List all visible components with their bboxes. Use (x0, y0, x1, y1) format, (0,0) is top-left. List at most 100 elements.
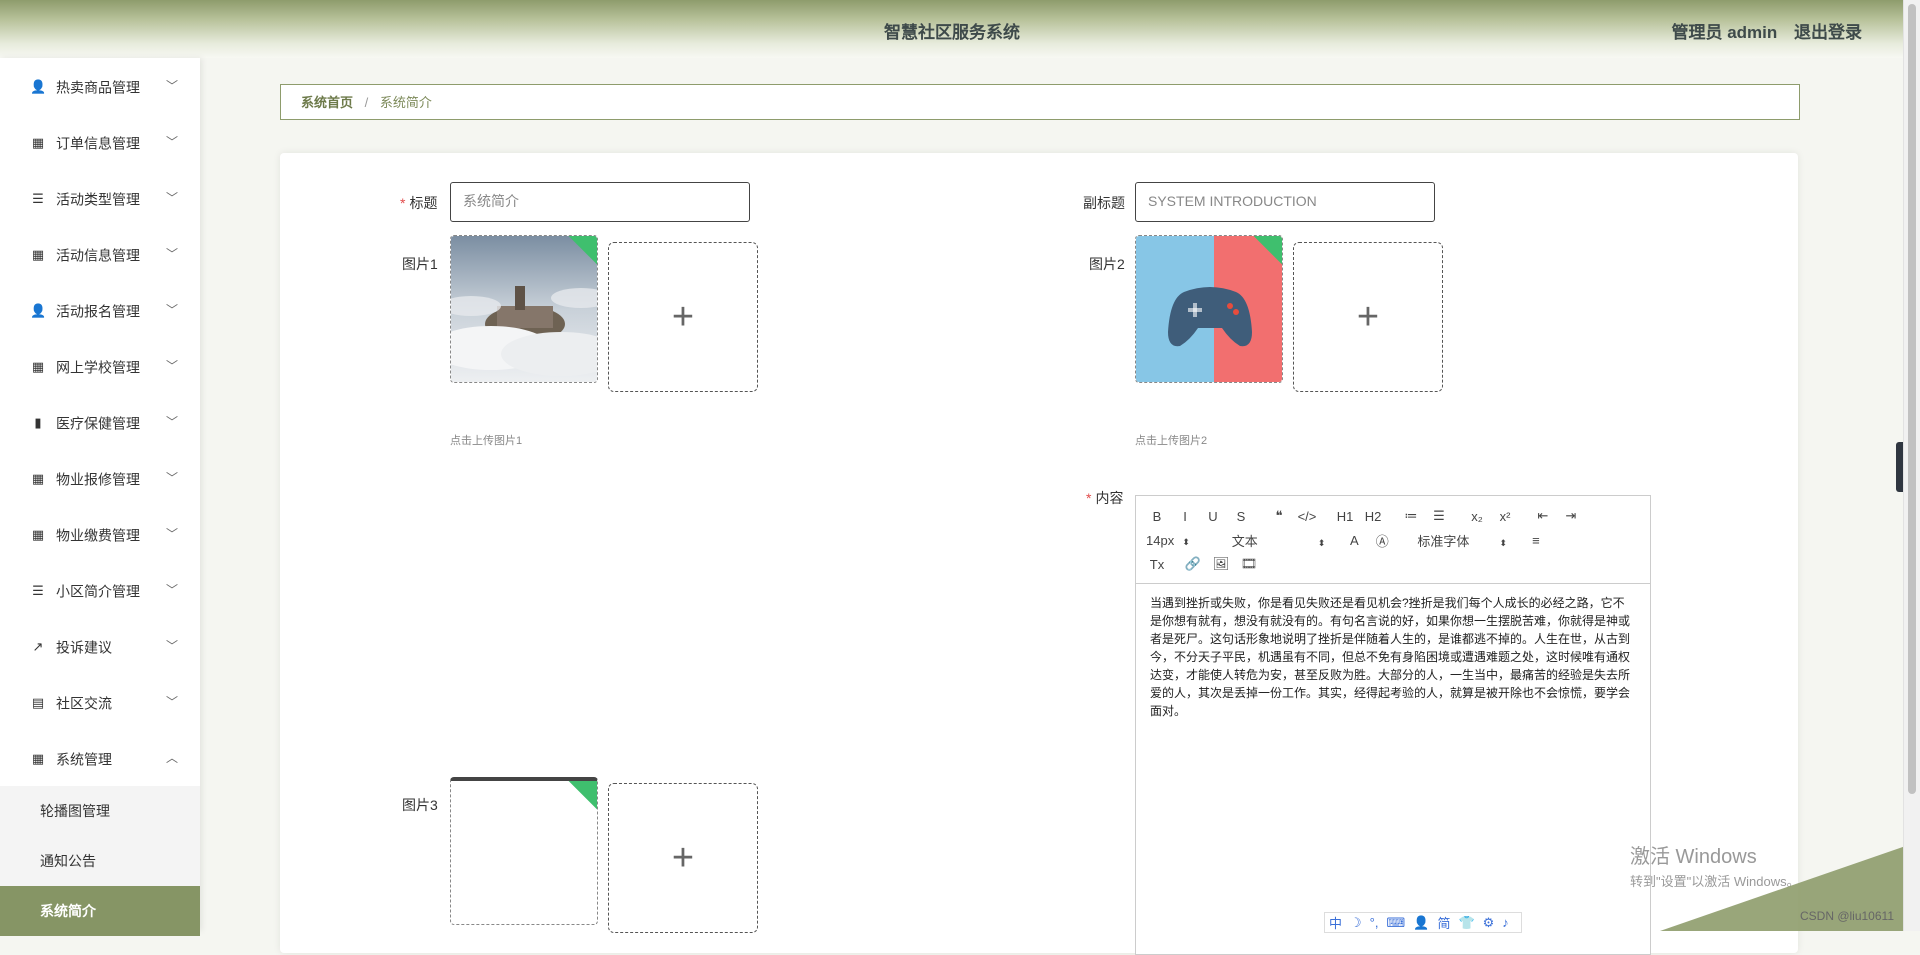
sidebar-item[interactable]: ▦ 物业报修管理 ﹀ (0, 450, 200, 506)
success-badge (566, 781, 597, 812)
quote-icon[interactable]: ❝ (1268, 508, 1290, 524)
title-label: * 标题 (400, 195, 438, 211)
sidebar-item[interactable]: ☰ 活动类型管理 ﹀ (0, 170, 200, 226)
bold-icon[interactable]: B (1146, 509, 1168, 524)
code-icon[interactable]: </> (1296, 509, 1318, 524)
subscript-icon[interactable]: x₂ (1466, 509, 1488, 524)
pic2-upload-button[interactable]: + (1293, 242, 1443, 392)
align-left-icon[interactable]: ≡ (1525, 533, 1547, 548)
sidebar-item-label: 热卖商品管理 (56, 79, 140, 96)
font-family-select[interactable]: 标准字体 ⬍ (1417, 531, 1507, 550)
underline-icon[interactable]: U (1202, 509, 1224, 524)
sidebar-item[interactable]: ▦ 订单信息管理 ﹀ (0, 114, 200, 170)
sidebar-item[interactable]: 👤 活动报名管理 ﹀ (0, 282, 200, 338)
bar-chart-icon: ▮ (34, 415, 42, 431)
sidebar-item[interactable]: 👤 热卖商品管理 ﹀ (0, 58, 200, 114)
sliders-icon: ☰ (32, 191, 44, 207)
pic2-hint: 点击上传图片2 (1135, 435, 1208, 447)
sidebar-item-label: 订单信息管理 (56, 135, 140, 152)
sidebar-item[interactable]: ▦ 活动信息管理 ﹀ (0, 226, 200, 282)
sidebar-item-label: 活动报名管理 (56, 303, 140, 320)
sidebar-item[interactable]: ↗ 投诉建议 ﹀ (0, 618, 200, 674)
keyboard-icon[interactable]: ⌨ (1386, 915, 1405, 931)
clear-format-icon[interactable]: Tx (1146, 557, 1168, 572)
outdent-icon[interactable]: ⇤ (1532, 508, 1554, 524)
italic-icon[interactable]: I (1174, 509, 1196, 524)
page-scrollbar[interactable] (1903, 0, 1920, 931)
chevron-down-icon: ﹀ (165, 359, 178, 373)
music-icon[interactable]: ♪ (1502, 915, 1509, 930)
scrollbar-thumb[interactable] (1908, 4, 1916, 794)
apps-icon: ▦ (31, 751, 45, 767)
sidebar-item[interactable]: ▤ 社区交流 ﹀ (0, 674, 200, 730)
font-color-icon[interactable]: A (1343, 533, 1365, 548)
chevron-down-icon: ﹀ (165, 247, 178, 261)
title-input[interactable]: 系统简介 (450, 182, 750, 222)
simplified-icon[interactable]: 简 (1437, 913, 1450, 932)
pic2-thumbnail[interactable] (1135, 235, 1283, 383)
ordered-list-icon[interactable]: ≔ (1400, 508, 1422, 524)
bullet-list-icon[interactable]: ☰ (1428, 508, 1450, 524)
grid-icon: ▦ (31, 247, 45, 263)
video-icon[interactable]: 🎞 (1238, 556, 1260, 572)
sidebar-item-label: 小区简介管理 (56, 583, 140, 600)
strike-icon[interactable]: S (1230, 509, 1252, 524)
font-size-select[interactable]: 14px ⬍ (1146, 533, 1190, 548)
h1-icon[interactable]: H1 (1334, 509, 1356, 524)
editor-content[interactable]: 当遇到挫折或失败，你是看见失败还是看见机会?挫折是我们每个人成长的必经之路，它不… (1136, 584, 1650, 730)
background-color-icon[interactable]: Ⓐ (1371, 531, 1393, 550)
ime-toolbar[interactable]: 中 ☽ °, ⌨ 👤 简 👕 ⚙ ♪ (1324, 912, 1522, 933)
clipboard-icon: ▤ (31, 695, 45, 711)
pic1-upload-button[interactable]: + (608, 242, 758, 392)
editor-toolbar: B I U S ❝ </> H1 H2 ≔ ☰ x₂ x² ⇤ ⇥ 14px ⬍ 文本 ⬍ A Ⓐ 标准字体 ⬍… (1136, 496, 1650, 584)
sidebar-item[interactable]: ☰ 小区简介管理 ﹀ (0, 562, 200, 618)
logout-button[interactable]: 退出登录 (1794, 23, 1862, 42)
breadcrumb-current: 系统简介 (379, 95, 432, 110)
subtitle-label: 副标题 (1083, 195, 1125, 211)
sidebar-item[interactable]: ▦ 系统管理 ︿ (0, 730, 200, 786)
h2-icon[interactable]: H2 (1362, 509, 1384, 524)
pic3-upload-button[interactable]: + (608, 783, 758, 933)
sidebar-item-label: 物业缴费管理 (56, 527, 140, 544)
sidebar: 👤 热卖商品管理 ﹀ ▦ 订单信息管理 ﹀ ☰ 活动类型管理 ﹀ ▦ 活动信息管理 ﹀ 👤 活动报名管理 ﹀… (0, 58, 200, 936)
list-icon: ☰ (32, 583, 44, 599)
rich-text-editor[interactable]: B I U S ❝ </> H1 H2 ≔ ☰ x₂ x² ⇤ ⇥ 14px ⬍ 文本 ⬍ A Ⓐ 标准字体 ⬍… (1135, 495, 1651, 955)
settings-icon[interactable]: ⚙ (1483, 915, 1495, 931)
breadcrumb: 系统首页 / 系统简介 (280, 84, 1800, 120)
chevron-up-icon: ︿ (165, 751, 178, 765)
sidebar-item[interactable]: ▮ 医疗保健管理 ﹀ (0, 394, 200, 450)
submenu-item[interactable]: 系统简介 (0, 886, 200, 936)
ime-chinese-icon[interactable]: 中 (1329, 913, 1342, 932)
link-icon[interactable]: 🔗 (1182, 556, 1204, 572)
superscript-icon[interactable]: x² (1494, 509, 1516, 524)
image-icon[interactable]: 🖼 (1210, 556, 1232, 572)
required-mark: * (400, 195, 406, 211)
pic3-label: 图片3 (402, 797, 438, 813)
submenu-item[interactable]: 轮播图管理 (0, 786, 200, 836)
submenu-item[interactable]: 通知公告 (0, 836, 200, 886)
system-submenu: 轮播图管理 通知公告 系统简介 (0, 786, 200, 936)
indent-icon[interactable]: ⇥ (1560, 508, 1582, 524)
pic2-label: 图片2 (1089, 256, 1125, 272)
chevron-down-icon: ﹀ (165, 135, 178, 149)
moon-icon[interactable]: ☽ (1350, 915, 1362, 931)
sidebar-item-label: 社区交流 (56, 695, 112, 712)
current-user: 管理员 admin (1671, 23, 1778, 42)
block-type-select[interactable]: 文本 ⬍ (1232, 531, 1326, 550)
sidebar-item-label: 网上学校管理 (56, 359, 140, 376)
pic3-thumbnail[interactable] (450, 777, 598, 925)
pic1-thumbnail[interactable] (450, 235, 598, 383)
pic1-hint: 点击上传图片1 (450, 435, 523, 447)
punctuation-icon[interactable]: °, (1370, 915, 1379, 930)
user-icon[interactable]: 👤 (1413, 915, 1429, 931)
chevron-down-icon: ﹀ (165, 303, 178, 317)
form-card: * 标题 系统简介 副标题 SYSTEM INTRODUCTION 图片1 + … (280, 153, 1798, 955)
skin-icon[interactable]: 👕 (1458, 915, 1474, 931)
sidebar-item[interactable]: ▦ 网上学校管理 ﹀ (0, 338, 200, 394)
breadcrumb-home[interactable]: 系统首页 (301, 95, 353, 110)
subtitle-input[interactable]: SYSTEM INTRODUCTION (1135, 182, 1435, 222)
sidebar-item[interactable]: ▦ 物业缴费管理 ﹀ (0, 506, 200, 562)
app-title: 智慧社区服务系统 (884, 23, 1020, 42)
user-icon: 👤 (30, 79, 47, 95)
castle-image (451, 236, 597, 382)
